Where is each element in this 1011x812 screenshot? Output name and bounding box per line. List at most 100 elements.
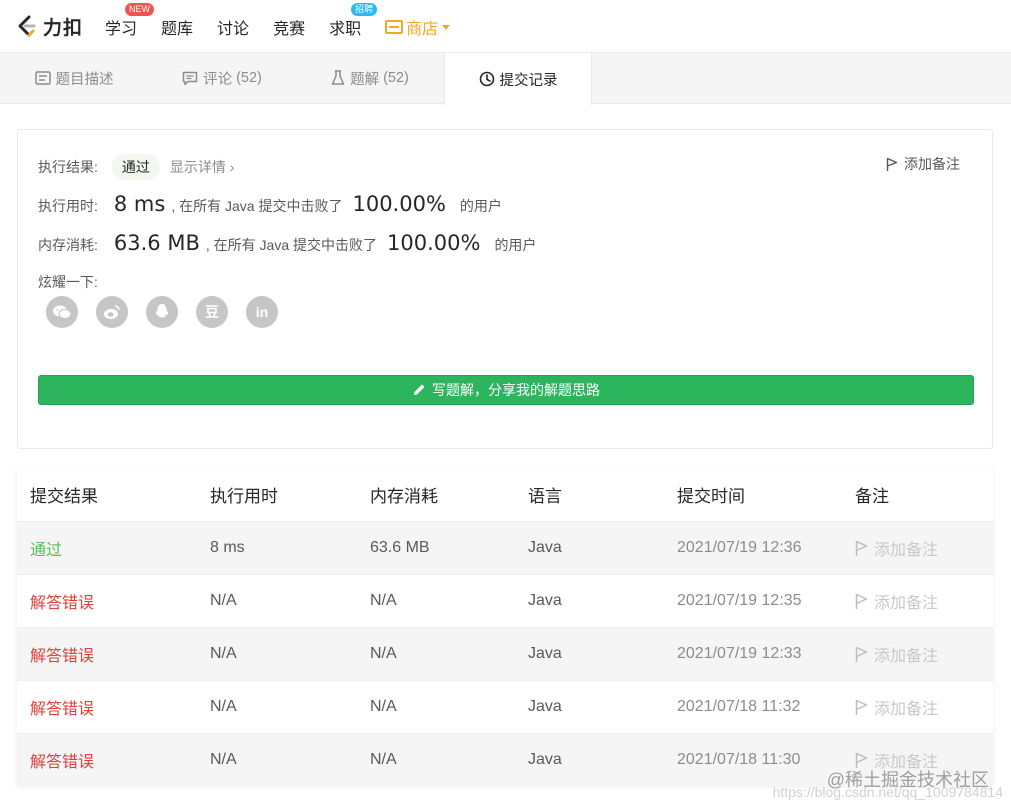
nav-item-label: 学习 bbox=[105, 21, 138, 38]
column-header: 执行用时 bbox=[210, 486, 278, 506]
memory-stat: 内存消耗: 63.6 MB , 在所有 Java 提交中击败了 100.00% … bbox=[38, 231, 536, 255]
nav-item-jobs[interactable]: 求职 招聘 bbox=[329, 3, 378, 39]
nav-item-discuss[interactable]: 讨论 bbox=[217, 13, 249, 39]
submission-status[interactable]: 解答错误 bbox=[17, 695, 210, 719]
column-header: 提交时间 bbox=[677, 486, 745, 506]
nav-item-label: 商店 bbox=[406, 21, 439, 38]
add-note-label: 添加备注 bbox=[874, 542, 939, 559]
column-header: 内存消耗 bbox=[370, 486, 438, 506]
submission-status[interactable]: 解答错误 bbox=[17, 748, 210, 772]
logo-text: 力扣 bbox=[43, 17, 84, 39]
memory-cell: N/A bbox=[370, 645, 397, 662]
clock-icon bbox=[479, 71, 495, 87]
column-header: 提交结果 bbox=[30, 486, 98, 506]
add-note-label: 添加备注 bbox=[874, 595, 939, 612]
language-cell: Java bbox=[528, 592, 562, 609]
flag-icon bbox=[855, 540, 868, 556]
leetcode-logo-icon bbox=[16, 15, 38, 37]
submission-result-card: 执行结果: 通过 显示详情 › 添加备注 执行用时: 8 ms , 在所有 Ja… bbox=[17, 129, 993, 449]
tab-submissions[interactable]: 提交记录 bbox=[444, 53, 592, 105]
hiring-badge: 招聘 bbox=[351, 3, 378, 16]
tab-label: 题目描述 bbox=[55, 71, 114, 88]
nav-item-store[interactable]: 商店 bbox=[385, 13, 451, 39]
column-header: 备注 bbox=[855, 486, 889, 506]
share-buttons: 豆 in bbox=[46, 296, 296, 328]
add-note-button[interactable]: 添加备注 bbox=[855, 642, 993, 666]
table-row[interactable]: 通过 8 ms 63.6 MB Java 2021/07/19 12:36 添加… bbox=[17, 521, 993, 574]
flask-icon bbox=[331, 70, 345, 86]
flag-icon bbox=[886, 157, 898, 171]
memory-text: , 在所有 Java 提交中击败了 bbox=[205, 237, 377, 253]
write-solution-label: 写题解，分享我的解题思路 bbox=[432, 382, 600, 398]
runtime-text: , 在所有 Java 提交中击败了 bbox=[171, 198, 343, 214]
memory-suffix: 的用户 bbox=[494, 237, 537, 253]
show-details-link[interactable]: 显示详情 › bbox=[170, 157, 235, 177]
nav-item-problems[interactable]: 题库 bbox=[161, 13, 193, 39]
add-note-button[interactable]: 添加备注 bbox=[855, 536, 993, 560]
add-note-button[interactable]: 添加备注 bbox=[886, 154, 960, 174]
write-solution-button[interactable]: 写题解，分享我的解题思路 bbox=[38, 375, 974, 405]
runtime-label: 执行用时: bbox=[38, 198, 98, 214]
add-note-button[interactable]: 添加备注 bbox=[855, 589, 993, 613]
tab-label: 评论 bbox=[203, 71, 233, 88]
add-note-label: 添加备注 bbox=[874, 648, 939, 665]
add-note-label: 添加备注 bbox=[904, 156, 960, 172]
description-icon bbox=[34, 71, 51, 85]
language-cell: Java bbox=[528, 751, 562, 768]
logo[interactable]: 力扣 bbox=[16, 13, 83, 40]
submission-status[interactable]: 通过 bbox=[17, 536, 210, 560]
submission-status[interactable]: 解答错误 bbox=[17, 642, 210, 666]
pencil-icon bbox=[414, 384, 425, 395]
tab-label: 题解 bbox=[350, 71, 380, 88]
submissions-table: 提交结果 执行用时 内存消耗 语言 提交时间 备注 通过 8 ms 63.6 M… bbox=[17, 467, 993, 786]
runtime-stat: 执行用时: 8 ms , 在所有 Java 提交中击败了 100.00% 的用户 bbox=[38, 192, 502, 216]
weibo-icon[interactable] bbox=[96, 296, 128, 328]
comment-icon bbox=[182, 71, 198, 86]
flag-icon bbox=[855, 593, 868, 609]
runtime-percentile: 100.00% bbox=[352, 192, 446, 216]
nav-item-label: 求职 bbox=[329, 21, 362, 38]
submitted-time-cell: 2021/07/19 12:33 bbox=[677, 645, 802, 662]
qq-icon[interactable] bbox=[146, 296, 178, 328]
memory-value: 63.6 MB bbox=[113, 231, 200, 255]
submission-status[interactable]: 解答错误 bbox=[17, 589, 210, 613]
table-row[interactable]: 解答错误 N/A N/A Java 2021/07/19 12:35 添加备注 bbox=[17, 574, 993, 627]
nav-item-label: 题库 bbox=[161, 21, 194, 38]
linkedin-icon[interactable]: in bbox=[246, 296, 278, 328]
runtime-suffix: 的用户 bbox=[459, 198, 502, 214]
tab-label: 提交记录 bbox=[499, 72, 558, 89]
tab-solutions[interactable]: 题解 (52) bbox=[296, 53, 444, 103]
add-note-button[interactable]: 添加备注 bbox=[855, 695, 993, 719]
table-row[interactable]: 解答错误 N/A N/A Java 2021/07/19 12:33 添加备注 bbox=[17, 627, 993, 680]
flag-icon bbox=[855, 646, 868, 662]
new-badge: NEW bbox=[125, 3, 155, 16]
table-row[interactable]: 解答错误 N/A N/A Java 2021/07/18 11:32 添加备注 bbox=[17, 680, 993, 733]
language-cell: Java bbox=[528, 698, 562, 715]
nav-item-contest[interactable]: 竞赛 bbox=[273, 13, 305, 39]
tab-count: (52) bbox=[236, 70, 262, 86]
memory-cell: N/A bbox=[370, 592, 397, 609]
runtime-cell: N/A bbox=[210, 645, 237, 662]
flag-icon bbox=[855, 699, 868, 715]
runtime-cell: N/A bbox=[210, 592, 237, 609]
nav-item-learn[interactable]: 学习 NEW bbox=[105, 3, 155, 39]
language-cell: Java bbox=[528, 645, 562, 662]
douban-icon[interactable]: 豆 bbox=[196, 296, 228, 328]
tab-description[interactable]: 题目描述 bbox=[0, 53, 148, 103]
result-label: 执行结果: bbox=[38, 159, 98, 175]
tab-comments[interactable]: 评论 (52) bbox=[148, 53, 296, 103]
share-label: 炫耀一下: bbox=[38, 274, 98, 290]
column-header: 语言 bbox=[528, 486, 562, 506]
memory-cell: N/A bbox=[370, 698, 397, 715]
submitted-time-cell: 2021/07/18 11:32 bbox=[677, 698, 801, 715]
submitted-time-cell: 2021/07/19 12:36 bbox=[677, 539, 802, 556]
runtime-cell: 8 ms bbox=[210, 539, 245, 556]
chevron-down-icon bbox=[442, 24, 451, 30]
wechat-icon[interactable] bbox=[46, 296, 78, 328]
table-header: 提交结果 执行用时 内存消耗 语言 提交时间 备注 bbox=[17, 467, 993, 521]
language-cell: Java bbox=[528, 539, 562, 556]
tab-count: (52) bbox=[383, 70, 409, 86]
store-icon bbox=[385, 20, 404, 34]
runtime-value: 8 ms bbox=[113, 192, 166, 216]
memory-percentile: 100.00% bbox=[387, 231, 481, 255]
